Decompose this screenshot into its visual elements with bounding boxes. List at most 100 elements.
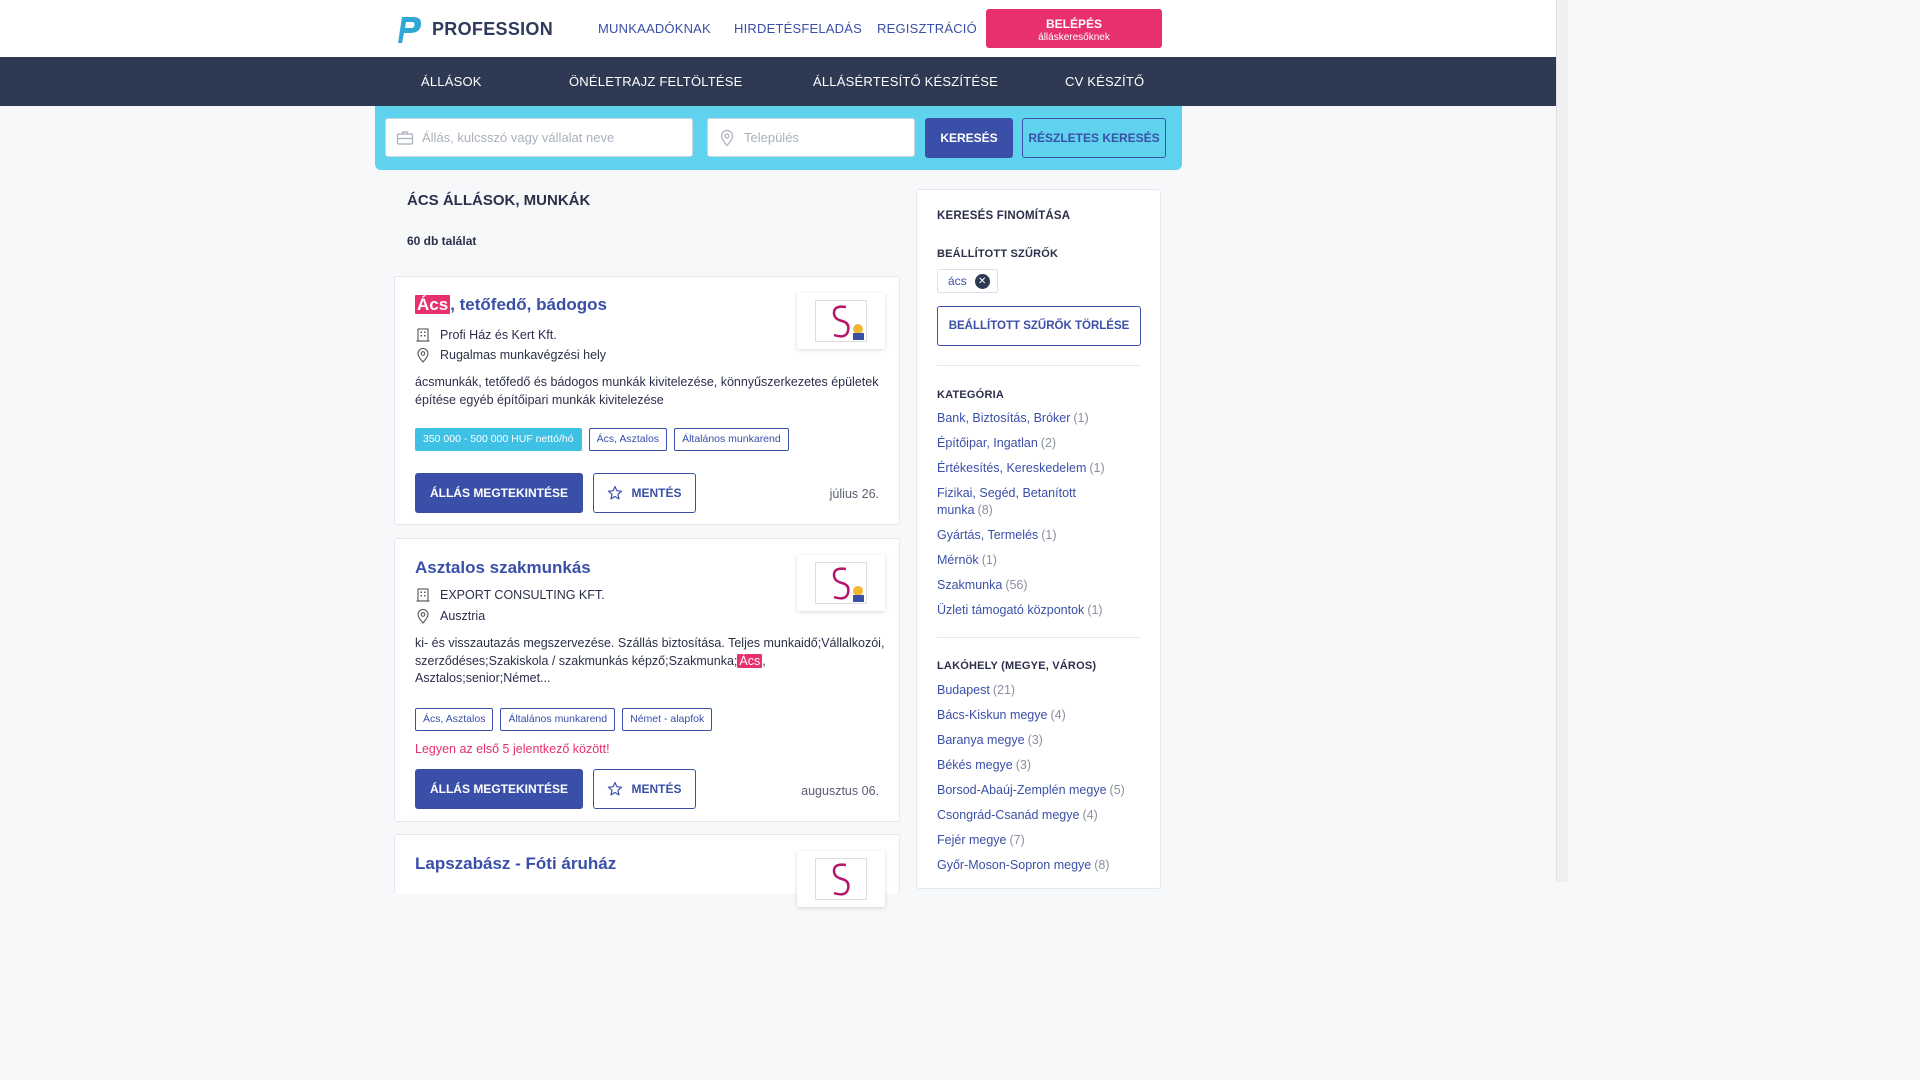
company-logo[interactable] bbox=[797, 851, 885, 907]
category-count: (1) bbox=[981, 553, 997, 567]
salary-tag: 350 000 - 500 000 HUF nettó/hó bbox=[415, 428, 582, 451]
location-heading: LAKÓHELY (MEGYE, VÁROS) bbox=[937, 660, 1097, 672]
divider bbox=[937, 637, 1141, 638]
sidebar-title: KERESÉS FINOMÍTÁSA bbox=[937, 210, 1071, 222]
job-title-link[interactable]: Lapszabász - Fóti áruház bbox=[415, 854, 616, 874]
location-input[interactable] bbox=[744, 119, 906, 156]
job-company: EXPORT CONSULTING KFT. bbox=[415, 587, 605, 603]
active-filters-heading: BEÁLLÍTOTT SZŰRŐK bbox=[937, 248, 1059, 260]
category-list: Bank, Biztosítás, Bróker (1) Építőipar, I… bbox=[937, 410, 1137, 619]
job-tags: 350 000 - 500 000 HUF nettó/hó Ács, Aszt… bbox=[415, 428, 789, 451]
advanced-search-button[interactable]: RÉSZLETES KERESÉS bbox=[1022, 118, 1166, 158]
remove-filter-icon[interactable]: ✕ bbox=[974, 273, 990, 289]
mainnav-job-alert[interactable]: ÁLLÁSÉRTESÍTŐ KÉSZÍTÉSE bbox=[813, 74, 998, 89]
job-location: Ausztria bbox=[415, 608, 485, 624]
building-icon bbox=[416, 328, 430, 342]
star-icon bbox=[608, 485, 623, 500]
job-tag: Általános munkarend bbox=[674, 428, 789, 451]
location-item[interactable]: Győr-Moson-Sopron megye (8) bbox=[937, 857, 1147, 874]
location-name: Csongrád-Csanád megye bbox=[937, 808, 1080, 822]
category-item[interactable]: Üzleti támogató központok (1) bbox=[937, 602, 1137, 619]
company-logo-icon bbox=[832, 863, 850, 896]
search-button[interactable]: KERESÉS bbox=[925, 118, 1013, 158]
location-item[interactable]: Békés megye (3) bbox=[937, 757, 1147, 774]
login-label: BELÉPÉS bbox=[1045, 17, 1102, 31]
company-name: Profi Ház és Kert Kft. bbox=[440, 328, 557, 342]
company-logo[interactable] bbox=[797, 555, 885, 611]
job-tag: Ács, Asztalos bbox=[415, 708, 494, 731]
category-item[interactable]: Fizikai, Segéd, Betanított munka (8) bbox=[937, 485, 1097, 519]
category-name: Gyártás, Termelés bbox=[937, 528, 1039, 542]
job-title-link[interactable]: Ács, tetőfedő, bádogos bbox=[415, 295, 607, 315]
building-icon bbox=[416, 588, 430, 602]
early-applicant-notice: Legyen az első 5 jelentkező között! bbox=[415, 742, 610, 756]
divider bbox=[937, 365, 1141, 366]
job-location: Rugalmas munkavégzési hely bbox=[415, 347, 606, 363]
location-item[interactable]: Budapest (21) bbox=[937, 682, 1147, 699]
job-card: Asztalos szakmunkás EXPORT CONSULTING KF… bbox=[394, 538, 900, 822]
category-count: (56) bbox=[1005, 578, 1028, 592]
save-job-button[interactable]: MENTÉS bbox=[593, 473, 696, 513]
category-item[interactable]: Értékesítés, Kereskedelem (1) bbox=[937, 460, 1137, 477]
category-item[interactable]: Mérnök (1) bbox=[937, 552, 1137, 569]
mainnav-jobs[interactable]: ÁLLÁSOK bbox=[421, 74, 482, 89]
location-name: Baranya megye bbox=[937, 733, 1025, 747]
category-name: Szakmunka bbox=[937, 578, 1003, 592]
location-name: Bács-Kiskun megye bbox=[937, 708, 1048, 722]
location-item[interactable]: Bács-Kiskun megye (4) bbox=[937, 707, 1147, 724]
location-count: (3) bbox=[1027, 733, 1043, 747]
keyword-input[interactable] bbox=[422, 119, 684, 156]
keyword-field[interactable] bbox=[385, 118, 693, 157]
search-bar: KERESÉS RÉSZLETES KERESÉS bbox=[375, 106, 1182, 170]
location-count: (4) bbox=[1082, 808, 1098, 822]
category-item[interactable]: Szakmunka (56) bbox=[937, 577, 1137, 594]
profession-logo[interactable]: PROFESSION bbox=[394, 14, 553, 44]
location-count: (7) bbox=[1009, 833, 1025, 847]
category-item[interactable]: Gyártás, Termelés (1) bbox=[937, 527, 1137, 544]
location-name: Békés megye bbox=[937, 758, 1013, 772]
job-title-link[interactable]: Asztalos szakmunkás bbox=[415, 558, 591, 578]
job-description: ácsmunkák, tetőfedő és bádogos munkák ki… bbox=[415, 375, 879, 407]
page-scrollbar[interactable] bbox=[1556, 0, 1568, 882]
mainnav-upload-cv[interactable]: ÖNÉLETRAJZ FELTÖLTÉSE bbox=[569, 74, 742, 89]
mainnav-cv-builder[interactable]: CV KÉSZÍTŐ bbox=[1065, 74, 1144, 89]
page-title: ÁCS ÁLLÁSOK, MUNKÁK bbox=[407, 192, 591, 209]
location-pin-icon bbox=[417, 348, 429, 363]
logo-text: PROFESSION bbox=[432, 18, 554, 39]
location-pin-icon bbox=[720, 129, 734, 147]
login-sublabel: álláskeresőknek bbox=[1038, 32, 1110, 43]
save-job-button[interactable]: MENTÉS bbox=[593, 769, 696, 809]
clear-filters-button[interactable]: BEÁLLÍTOTT SZŰRŐK TÖRLÉSE bbox=[937, 306, 1141, 346]
nav-register-link[interactable]: REGISZTRÁCIÓ bbox=[877, 21, 977, 36]
title-highlight: Ács bbox=[415, 295, 451, 314]
category-name: Fizikai, Segéd, Betanított munka bbox=[937, 486, 1076, 517]
job-card: Lapszabász - Fóti áruház bbox=[394, 834, 900, 907]
description-highlight: Ács bbox=[737, 653, 763, 668]
job-tag: Ács, Asztalos bbox=[588, 428, 668, 451]
location-count: (3) bbox=[1015, 758, 1032, 772]
nav-post-job-link[interactable]: HIRDETÉSFELADÁS bbox=[734, 21, 862, 36]
profession-logo-icon bbox=[398, 17, 422, 43]
job-tags: Ács, Asztalos Általános munkarend Német … bbox=[415, 708, 713, 731]
location-name: Rugalmas munkavégzési hely bbox=[440, 348, 607, 362]
location-item[interactable]: Csongrád-Csanád megye (4) bbox=[937, 807, 1147, 824]
description-text: ki- és visszautazás megszervezése. Száll… bbox=[415, 636, 885, 668]
view-job-button[interactable]: ÁLLÁS MEGTEKINTÉSE bbox=[415, 473, 583, 513]
title-text: , tetőfedő, bádogos bbox=[450, 295, 607, 314]
category-count: (8) bbox=[977, 503, 993, 517]
login-button[interactable]: BELÉPÉS álláskeresőknek bbox=[986, 9, 1162, 48]
nav-employers-link[interactable]: MUNKAADÓKNAK bbox=[598, 21, 711, 36]
location-item[interactable]: Fejér megye (7) bbox=[937, 832, 1147, 849]
location-item[interactable]: Borsod-Abaúj-Zemplén megye (5) bbox=[937, 782, 1147, 799]
location-name: Ausztria bbox=[440, 609, 486, 623]
location-field[interactable] bbox=[707, 118, 915, 157]
category-item[interactable]: Építőipar, Ingatlan (2) bbox=[937, 435, 1137, 452]
briefcase-icon bbox=[396, 131, 414, 145]
result-count: 60 db találat bbox=[407, 234, 477, 248]
job-card: Ács, tetőfedő, bádogos Profi Ház és Kert… bbox=[394, 276, 900, 525]
company-logo[interactable] bbox=[797, 293, 885, 349]
category-item[interactable]: Bank, Biztosítás, Bróker (1) bbox=[937, 410, 1137, 427]
view-job-button[interactable]: ÁLLÁS MEGTEKINTÉSE bbox=[415, 769, 583, 809]
location-name: Borsod-Abaúj-Zemplén megye bbox=[937, 783, 1107, 797]
location-item[interactable]: Baranya megye (3) bbox=[937, 732, 1147, 749]
